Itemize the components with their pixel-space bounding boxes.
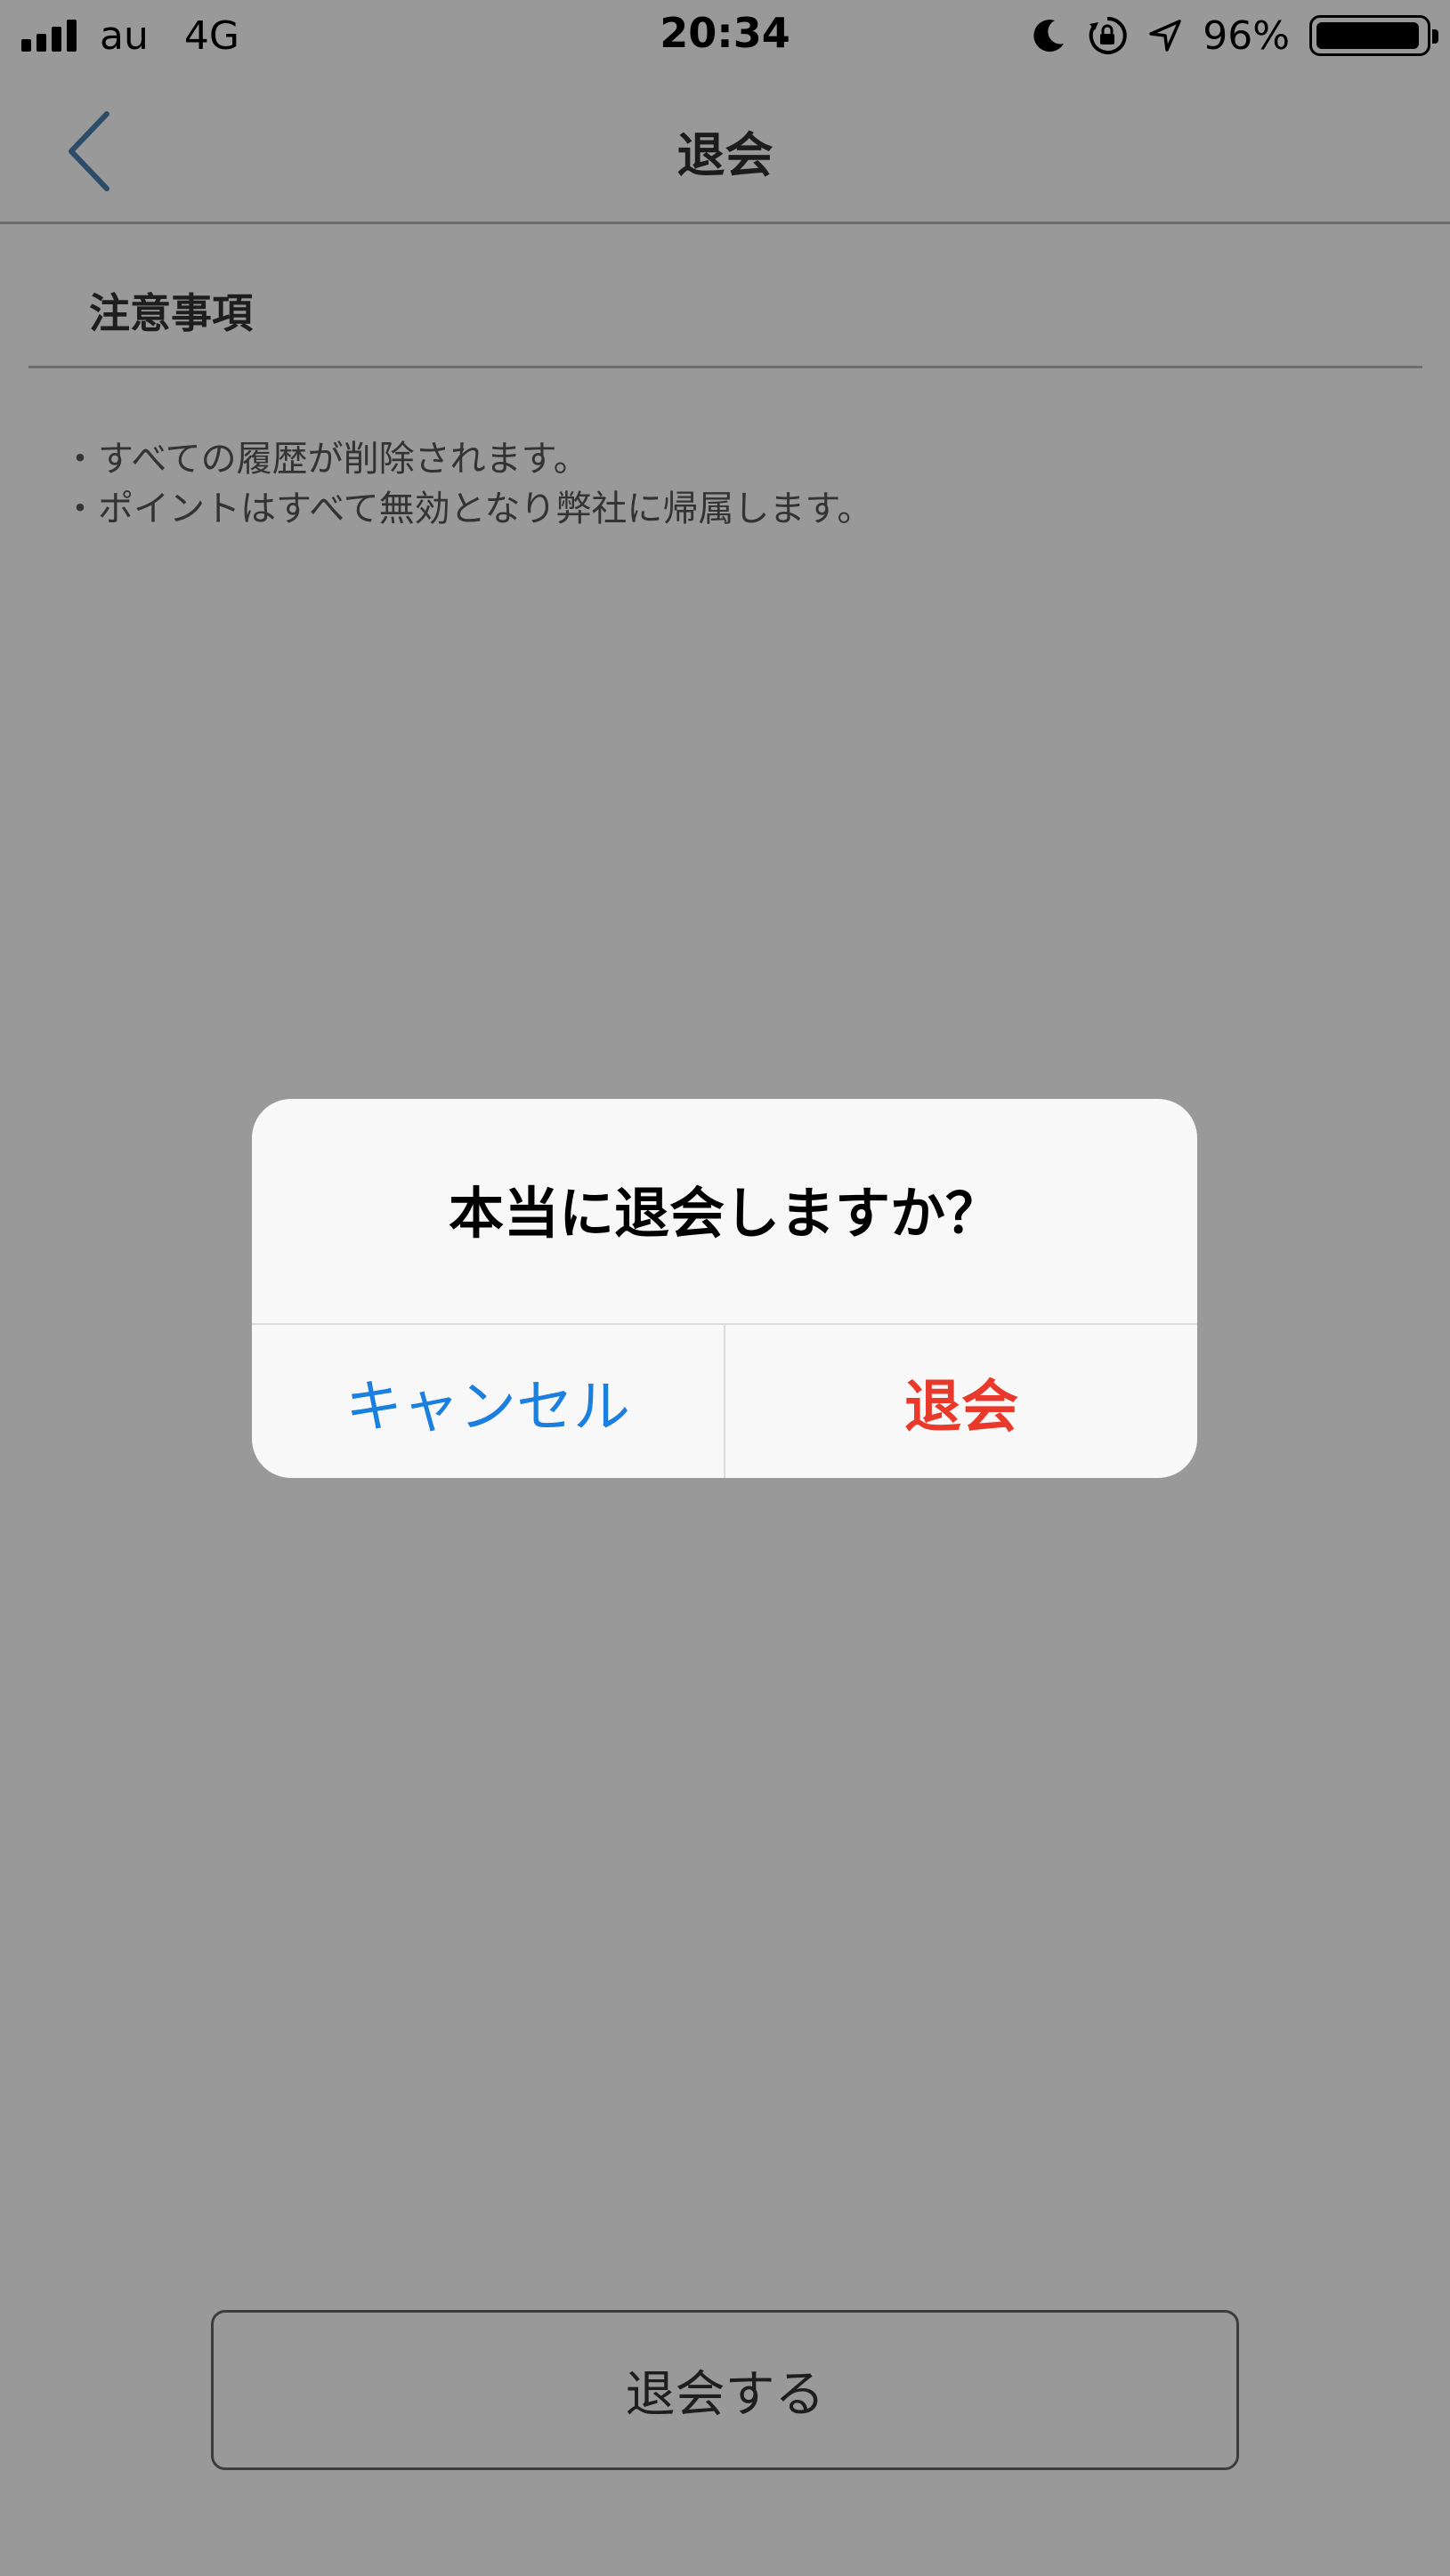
cancel-button[interactable]: キャンセル <box>252 1325 725 1478</box>
confirm-dialog: 本当に退会しますか？ キャンセル 退会 <box>252 1099 1197 1478</box>
dialog-title: 本当に退会しますか？ <box>448 1181 1000 1246</box>
confirm-withdraw-button[interactable]: 退会 <box>725 1325 1197 1478</box>
dialog-button-row: キャンセル 退会 <box>252 1323 1197 1478</box>
